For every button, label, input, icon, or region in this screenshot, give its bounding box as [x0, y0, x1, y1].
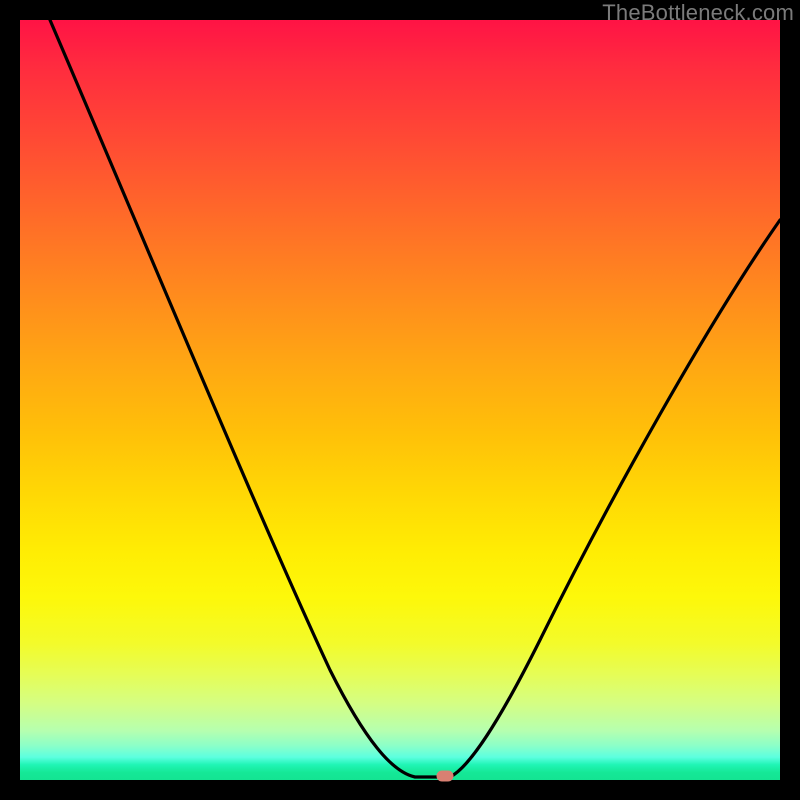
chart-frame: TheBottleneck.com	[0, 0, 800, 800]
attribution-text: TheBottleneck.com	[602, 0, 794, 26]
plot-area	[20, 20, 780, 780]
bottleneck-curve	[20, 20, 780, 780]
optimal-marker	[437, 771, 454, 782]
curve-path	[50, 20, 780, 777]
